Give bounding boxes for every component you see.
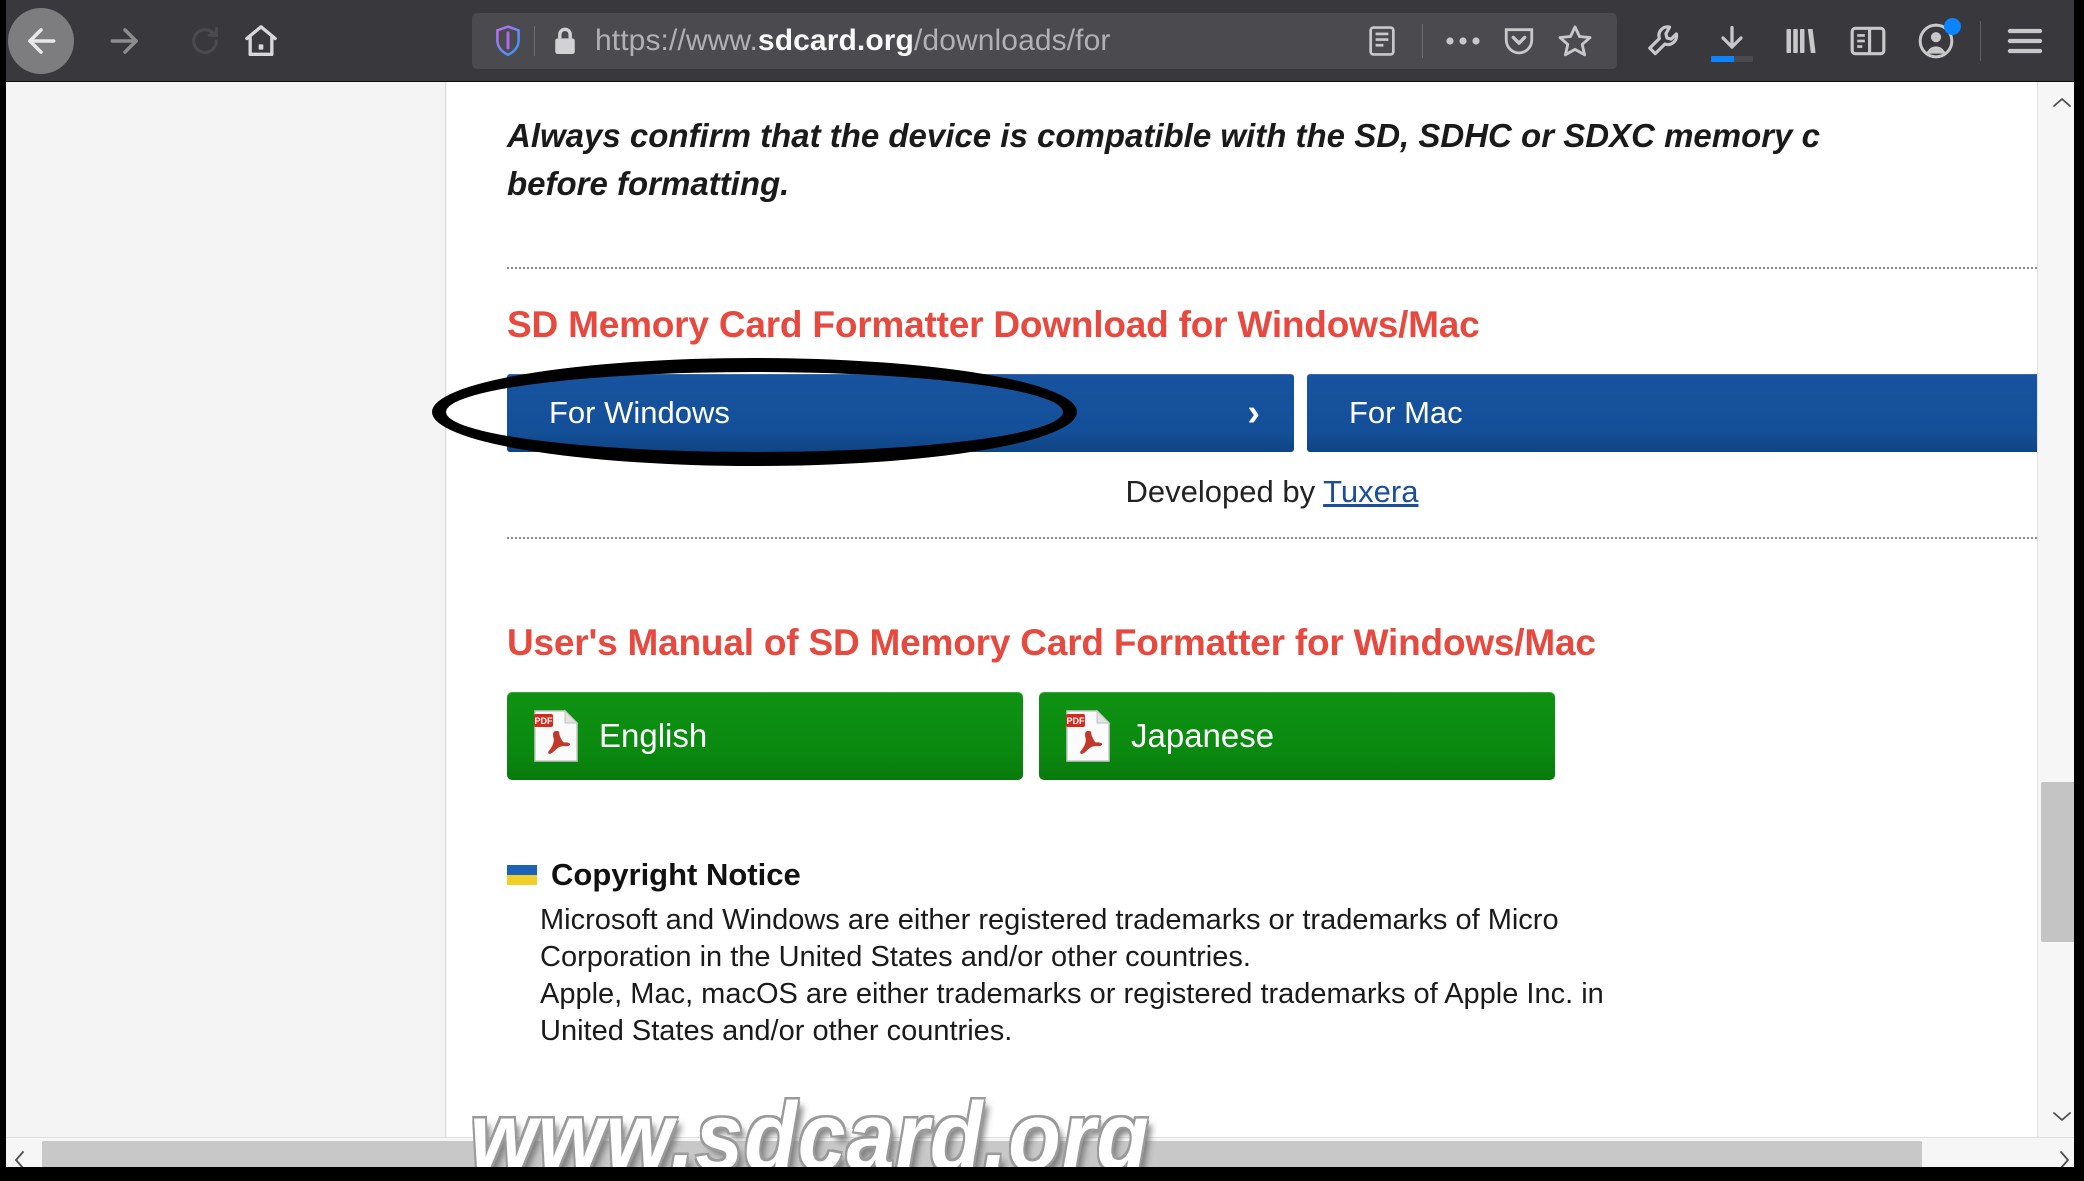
arrow-right-icon — [106, 22, 144, 60]
urlbar-divider-2 — [1422, 24, 1423, 58]
copyright-p2-line1: Apple, Mac, macOS are either trademarks … — [540, 978, 1604, 1010]
blue-yellow-bullet-icon — [507, 865, 537, 885]
developed-by-text: Developed by Tuxera — [507, 474, 2037, 510]
back-button[interactable] — [8, 8, 74, 74]
download-buttons-row: For Windows › For Mac › — [507, 374, 2084, 452]
section-divider-2 — [507, 537, 2037, 539]
toolbar-icons — [1630, 8, 2059, 74]
sidebar-panel-icon[interactable] — [1834, 8, 1902, 74]
wrench-icon[interactable] — [1630, 8, 1698, 74]
manual-english-button[interactable]: PDF English — [507, 692, 1023, 780]
manual-section-heading: User's Manual of SD Memory Card Formatte… — [507, 622, 1596, 663]
reload-icon — [188, 24, 222, 58]
manual-japanese-button[interactable]: PDF Japanese — [1039, 692, 1555, 780]
manual-japanese-label: Japanese — [1131, 717, 1275, 754]
star-bookmark-icon[interactable] — [1547, 13, 1603, 69]
account-avatar-icon[interactable] — [1902, 8, 1970, 74]
page-viewport: Always confirm that the device is compat… — [0, 82, 2084, 1181]
toolbar-divider — [1980, 21, 1981, 61]
download-progress-bar — [1711, 56, 1753, 62]
copyright-paragraph-1: Microsoft and Windows are either registe… — [540, 902, 2065, 976]
pocket-icon[interactable] — [1491, 13, 1547, 69]
copyright-heading: Copyright Notice — [507, 857, 801, 893]
page-left-margin — [0, 82, 446, 1137]
copyright-paragraph-2: Apple, Mac, macOS are either trademarks … — [540, 976, 2065, 1050]
browser-toolbar: https://www.sdcard.org/downloads/for — [0, 0, 2084, 82]
home-icon — [241, 21, 281, 61]
tuxera-link[interactable]: Tuxera — [1323, 474, 1418, 509]
arrow-left-icon — [22, 22, 60, 60]
shield-icon[interactable] — [486, 24, 530, 58]
for-windows-button[interactable]: For Windows › — [507, 374, 1294, 452]
window-edge-right — [2074, 0, 2084, 1181]
manual-buttons-row: PDF English PDF Japanese — [507, 692, 2084, 780]
urlbar-divider — [534, 26, 535, 56]
url-host: sdcard.org — [757, 24, 914, 57]
svg-text:PDF: PDF — [535, 716, 554, 726]
section-divider-1 — [507, 267, 2037, 269]
copyright-p1-line1: Microsoft and Windows are either registe… — [540, 904, 1559, 936]
pdf-file-icon: PDF — [1065, 709, 1111, 763]
page-content: Always confirm that the device is compat… — [447, 82, 2084, 1137]
copyright-body: Microsoft and Windows are either registe… — [540, 902, 2065, 1050]
download-arrow-icon[interactable] — [1698, 8, 1766, 74]
url-text[interactable]: https://www.sdcard.org/downloads/for — [585, 24, 1354, 58]
copyright-p2-line2: United States and/or other countries. — [540, 1015, 1013, 1047]
notice-line-2: before formatting. — [507, 165, 790, 202]
window-edge-bottom — [0, 1167, 2084, 1181]
svg-text:PDF: PDF — [1067, 716, 1086, 726]
pdf-file-icon: PDF — [533, 709, 579, 763]
compatibility-notice: Always confirm that the device is compat… — [507, 112, 2067, 208]
reader-mode-icon[interactable] — [1354, 13, 1410, 69]
copyright-heading-label: Copyright Notice — [551, 857, 801, 892]
address-bar[interactable]: https://www.sdcard.org/downloads/for — [472, 13, 1617, 69]
account-notification-badge — [1944, 18, 1961, 35]
download-section-heading: SD Memory Card Formatter Download for Wi… — [507, 304, 1480, 345]
lock-icon[interactable] — [545, 25, 585, 57]
browser-window: https://www.sdcard.org/downloads/for Alw… — [0, 0, 2084, 1181]
for-mac-button[interactable]: For Mac › — [1307, 374, 2084, 452]
home-button[interactable] — [228, 8, 294, 74]
chevron-right-icon: › — [1247, 392, 1260, 434]
window-edge-left — [0, 0, 6, 1181]
for-windows-label: For Windows — [549, 395, 730, 430]
forward-button[interactable] — [92, 8, 158, 74]
developed-by-prefix: Developed by — [1125, 474, 1324, 509]
library-books-icon[interactable] — [1766, 8, 1834, 74]
notice-line-1: Always confirm that the device is compat… — [507, 117, 1820, 154]
manual-english-label: English — [599, 717, 708, 754]
for-mac-label: For Mac — [1349, 395, 1463, 430]
page-actions-ellipsis-icon[interactable] — [1435, 13, 1491, 69]
url-prefix: https://www. — [595, 24, 758, 57]
url-path: /downloads/for — [913, 24, 1111, 57]
copyright-p1-line2: Corporation in the United States and/or … — [540, 941, 1251, 973]
hamburger-menu-icon[interactable] — [1991, 8, 2059, 74]
